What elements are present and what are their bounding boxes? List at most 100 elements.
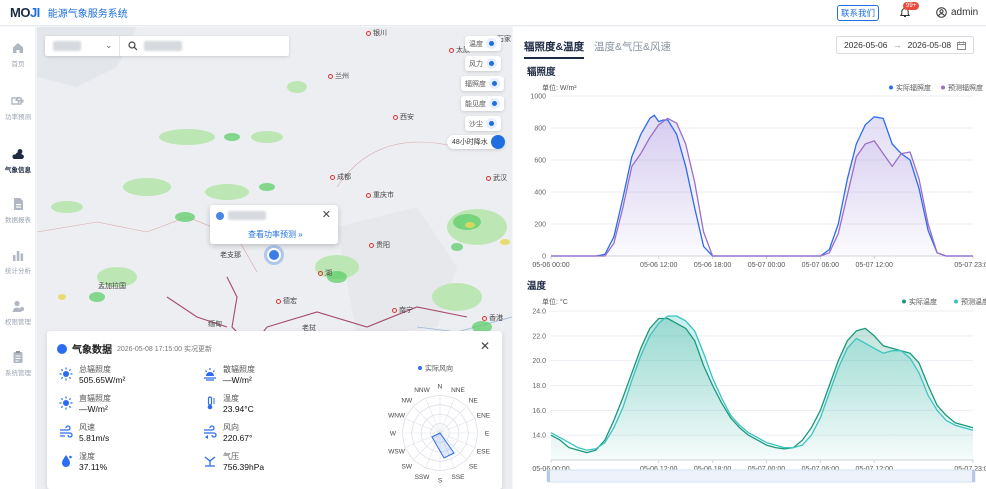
city-label: 武汉 <box>486 173 507 183</box>
irradiance-icon <box>489 78 500 89</box>
legend-label: 预测温度 <box>961 297 986 306</box>
city-label: 德宏 <box>276 296 297 306</box>
chart-unit-label: 单位: W/m² <box>542 83 577 92</box>
city-label: 西安 <box>393 112 414 122</box>
city-label: 孟加拉国 <box>98 283 126 290</box>
map-search-bar: ⌄ <box>45 36 289 56</box>
rose-legend-label: 实际风向 <box>425 364 453 373</box>
wind-rose-chart: 实际风向 N NNWNW WNW W WSW SWSSW S SSE SE ESE E ENE NE NNE <box>388 364 491 485</box>
contact-us-button[interactable]: 联系我们 <box>837 5 879 21</box>
city-label: 老支那 <box>220 252 241 259</box>
search-input[interactable] <box>144 41 182 51</box>
rose-direction-label: E <box>485 431 490 438</box>
station-popup: ✕ 查看功率预测 » <box>210 205 338 244</box>
date-separator: → <box>893 40 902 50</box>
x-tick-label: 05-07 06:00 <box>802 262 839 269</box>
legend-label: 实际辐照度 <box>896 83 931 92</box>
station-icon <box>216 211 224 220</box>
sidebar-item-label: 气象信息 <box>5 167 31 174</box>
y-tick-label: 800 <box>534 126 546 133</box>
tab-temperature-pressure-wind[interactable]: 温度&气压&风速 <box>594 39 671 54</box>
chevron-down-icon: ⌄ <box>105 40 113 50</box>
legend-marker <box>902 299 906 304</box>
rain-48h-button[interactable]: 48小时降水 <box>447 135 505 149</box>
sidebar-item-label: 首页 <box>11 61 25 68</box>
x-tick-label: 05-06 00:00 <box>532 262 569 269</box>
region-select[interactable]: ⌄ <box>45 36 120 56</box>
layer-irradiance[interactable]: 辐照度 <box>461 76 504 91</box>
sidebar-item-permission[interactable]: 权限管理 <box>0 299 36 326</box>
dust-icon <box>486 118 497 129</box>
rose-spoke <box>439 405 468 434</box>
rain-icon <box>490 135 505 149</box>
rose-direction-label: ESE <box>477 448 491 455</box>
series-area <box>551 316 973 460</box>
user-permission-icon <box>12 300 24 312</box>
rose-direction-label: N <box>438 384 443 391</box>
y-tick-label: 200 <box>534 222 546 229</box>
diffuse-sun-icon <box>204 368 216 381</box>
range-slider <box>546 469 976 483</box>
city-label: 兰州 <box>328 71 349 81</box>
power-forecast-icon <box>11 97 24 105</box>
rose-direction-label: W <box>390 431 397 438</box>
station-name-redacted <box>228 211 266 220</box>
sidebar-item-label: 系统管理 <box>5 370 31 377</box>
metric-temperature: 温度 23.94°C <box>203 394 254 415</box>
legend-label: 实际温度 <box>909 297 937 306</box>
close-icon[interactable]: ✕ <box>480 339 490 353</box>
rose-direction-label: NE <box>469 397 479 404</box>
chart-unit-label: 单位: °C <box>542 297 568 306</box>
temperature-icon <box>486 38 497 49</box>
calendar-icon <box>957 41 967 50</box>
notification-badge: 99+ <box>903 2 920 10</box>
view-power-forecast-link[interactable]: 查看功率预测 » <box>248 229 303 240</box>
sidebar-item-report[interactable]: 数据报表 <box>0 197 36 224</box>
city-label: 南宁 <box>392 305 413 315</box>
city-label: 香港 <box>482 313 503 323</box>
city-label: 银川 <box>366 28 387 38</box>
date-range-picker[interactable]: 2026-05-06 → 2026-05-08 <box>836 36 974 54</box>
sun-icon <box>59 367 73 381</box>
temperature-chart: 单位: °C 实际温度 预测温度14.016.018.020.022.024.005… <box>532 297 986 483</box>
x-tick-label: 05-07 12:00 <box>856 262 893 269</box>
clipboard-icon <box>13 351 23 363</box>
sidebar-item-label: 权限管理 <box>5 319 31 326</box>
station-marker[interactable] <box>267 248 281 262</box>
wind-direction-icon <box>204 425 217 439</box>
layer-wind[interactable]: 风力 <box>465 56 501 71</box>
y-tick-label: 20.0 <box>532 358 546 365</box>
rose-direction-label: ENE <box>477 413 491 420</box>
date-end: 2026-05-08 <box>907 40 952 50</box>
user-menu[interactable]: admin <box>936 7 978 18</box>
metric-diffuse-irradiance: 散辐照度 —W/m² <box>203 365 255 386</box>
rose-direction-label: WNW <box>388 413 406 420</box>
app-logo[interactable]: MOJI <box>10 5 40 20</box>
close-icon[interactable]: ✕ <box>322 208 331 221</box>
user-name: admin <box>951 7 979 18</box>
y-tick-label: 18.0 <box>532 383 546 390</box>
metric-humidity: 湿度 37.11% <box>59 452 107 473</box>
search-icon <box>128 41 138 51</box>
sidebar-item-home[interactable]: 首页 <box>0 41 36 68</box>
sidebar-item-label: 功率预测 <box>5 114 31 121</box>
thermometer-icon <box>207 396 215 410</box>
panel-title: 气象数据 <box>72 345 112 356</box>
bar-chart-icon <box>13 251 24 261</box>
legend-marker <box>889 85 893 90</box>
sidebar-item-system[interactable]: 系统管理 <box>0 350 36 377</box>
sidebar-item-power-forecast[interactable]: 功率预测 <box>0 94 36 121</box>
sidebar-item-weather[interactable]: 气象信息 <box>0 147 36 174</box>
sidebar-item-statistics[interactable]: 统计分析 <box>0 248 36 275</box>
layer-visibility[interactable]: 能见度 <box>461 96 504 111</box>
rose-spoke <box>412 405 441 434</box>
layer-dust[interactable]: 沙尘 <box>465 116 501 131</box>
x-tick-label: 05-07 00:00 <box>748 262 785 269</box>
city-label: 贵阳 <box>369 240 390 250</box>
user-icon <box>936 7 947 18</box>
weather-data-icon <box>57 343 67 354</box>
layer-temperature[interactable]: 温度 <box>465 36 501 51</box>
tab-irradiance-temperature[interactable]: 辐照度&温度 <box>524 39 585 59</box>
range-handle-left <box>547 470 550 482</box>
sidebar-item-label: 统计分析 <box>5 268 31 275</box>
